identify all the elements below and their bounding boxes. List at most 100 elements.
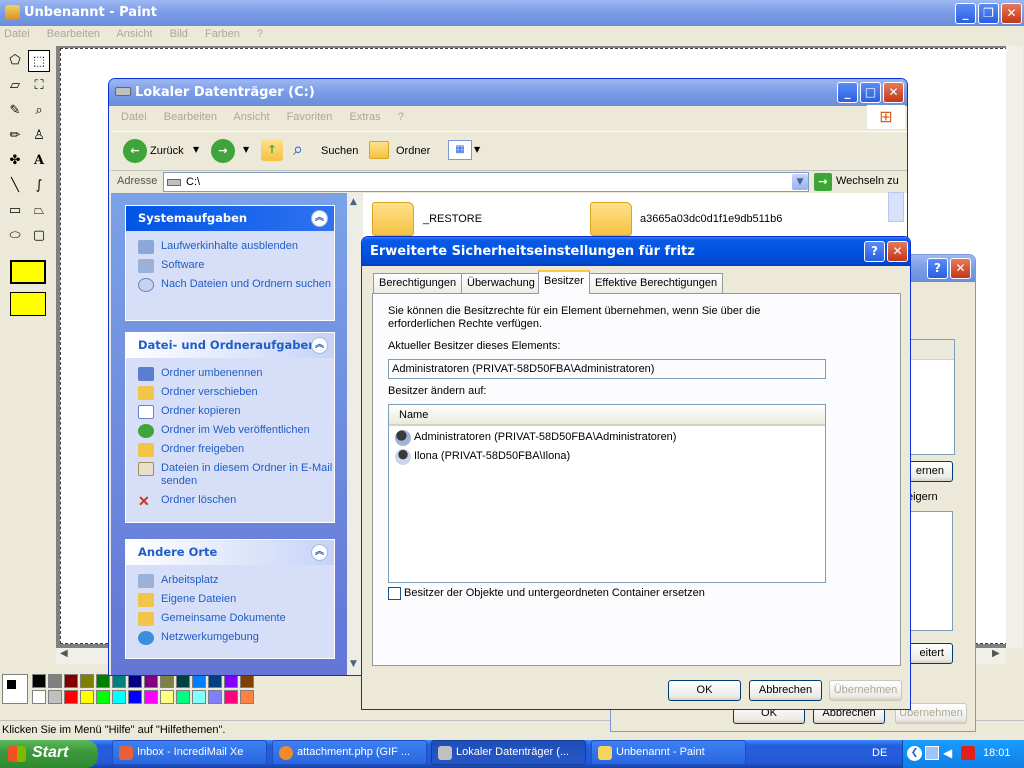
- task-hide-drive-contents[interactable]: Laufwerkinhalte ausblenden: [126, 237, 334, 256]
- free-select-icon[interactable]: ⬠: [4, 50, 26, 72]
- replace-owner-label[interactable]: Besitzer der Objekte und untergeordneten…: [404, 587, 705, 599]
- explorer-menu-bearbeiten[interactable]: Bearbeiten: [164, 111, 217, 123]
- palette-color-swatch[interactable]: [208, 674, 222, 688]
- ellipse-icon[interactable]: ⬭: [4, 225, 26, 247]
- palette-color-swatch[interactable]: [48, 674, 62, 688]
- polygon-icon[interactable]: ⏢: [28, 200, 50, 222]
- task-search-files[interactable]: Nach Dateien und Ordnern suchen: [126, 275, 334, 294]
- paint-menu-datei[interactable]: Datei: [4, 28, 30, 40]
- explorer-menu-favoriten[interactable]: Favoriten: [287, 111, 333, 123]
- task-email-files[interactable]: Dateien in diesem Ordner in E-Mail sende…: [126, 459, 334, 491]
- palette-color-swatch[interactable]: [128, 690, 142, 704]
- tab-besitzer[interactable]: Besitzer: [538, 270, 590, 294]
- task-incredimail[interactable]: Inbox - IncrediMail Xe: [112, 740, 267, 765]
- color-picker-icon[interactable]: ✎: [4, 100, 26, 122]
- scroll-right-arrow-icon[interactable]: ▶: [992, 648, 1000, 659]
- fill-icon[interactable]: ⛶: [28, 75, 50, 97]
- security-tray-icon[interactable]: [961, 746, 975, 760]
- place-shared-documents[interactable]: Gemeinsame Dokumente: [126, 609, 334, 628]
- search-icon[interactable]: ⌕: [293, 139, 303, 160]
- collapse-icon[interactable]: ︽: [311, 210, 328, 227]
- address-input[interactable]: C:\ ▼: [163, 172, 809, 192]
- tab-effektive-berechtigungen[interactable]: Effektive Berechtigungen: [589, 273, 724, 293]
- task-rename-folder[interactable]: Ordner umbenennen: [126, 364, 334, 383]
- palette-color-swatch[interactable]: [64, 674, 78, 688]
- palette-color-swatch[interactable]: [224, 690, 238, 704]
- task-pane-scroll-up-icon[interactable]: ▲: [350, 197, 357, 207]
- tray-expand-icon[interactable]: ❮: [907, 746, 922, 761]
- scroll-left-arrow-icon[interactable]: ◀: [60, 648, 68, 659]
- explorer-menu-help[interactable]: ?: [398, 111, 404, 123]
- place-my-computer[interactable]: Arbeitsplatz: [126, 571, 334, 590]
- folders-button-label[interactable]: Ordner: [396, 145, 430, 157]
- start-button[interactable]: Start: [0, 740, 98, 768]
- paint-menu-ansicht[interactable]: Ansicht: [116, 28, 152, 40]
- airbrush-icon[interactable]: ✤: [4, 150, 26, 172]
- address-dropdown-icon[interactable]: ▼: [792, 174, 808, 190]
- forward-arrow-icon[interactable]: →: [211, 139, 235, 163]
- explorer-minimize-button[interactable]: _: [837, 82, 858, 103]
- explorer-menu-extras[interactable]: Extras: [349, 111, 380, 123]
- go-button-label[interactable]: Wechseln zu: [836, 175, 899, 187]
- place-network[interactable]: Netzwerkumgebung: [126, 628, 334, 647]
- language-indicator[interactable]: DE: [872, 747, 887, 759]
- views-icon[interactable]: ▦: [448, 140, 472, 160]
- folder-icon[interactable]: [372, 202, 414, 236]
- paint-menu-bearbeiten[interactable]: Bearbeiten: [47, 28, 100, 40]
- palette-color-swatch[interactable]: [176, 674, 190, 688]
- palette-color-swatch[interactable]: [192, 674, 206, 688]
- paint-menu-farben[interactable]: Farben: [205, 28, 240, 40]
- owner-list-header[interactable]: Name: [389, 405, 825, 426]
- rounded-rect-icon[interactable]: ▢: [28, 225, 50, 247]
- back-arrow-icon[interactable]: ←: [123, 139, 147, 163]
- palette-color-swatch[interactable]: [80, 690, 94, 704]
- task-publish-folder[interactable]: Ordner im Web veröffentlichen: [126, 421, 334, 440]
- eraser-icon[interactable]: ▱: [4, 75, 26, 97]
- palette-color-swatch[interactable]: [32, 690, 46, 704]
- collapse-icon[interactable]: ︽: [311, 544, 328, 561]
- rectangle-icon[interactable]: ▭: [4, 200, 26, 222]
- panel-other-header[interactable]: Andere Orte ︽: [126, 540, 334, 565]
- task-delete-folder[interactable]: ✕ Ordner löschen: [126, 491, 334, 510]
- palette-color-swatch[interactable]: [176, 690, 190, 704]
- place-my-documents[interactable]: Eigene Dateien: [126, 590, 334, 609]
- explorer-maximize-button[interactable]: □: [860, 82, 881, 103]
- task-paint[interactable]: Unbenannt - Paint: [591, 740, 746, 765]
- paint-maximize-button[interactable]: ❐: [978, 3, 999, 24]
- forward-dropdown-icon[interactable]: ▼: [243, 145, 249, 154]
- palette-color-swatch[interactable]: [96, 690, 110, 704]
- network-tray-icon[interactable]: [925, 746, 939, 760]
- paint-vertical-scrollbar[interactable]: [1006, 46, 1023, 648]
- current-colors[interactable]: [2, 674, 28, 704]
- palette-color-swatch[interactable]: [112, 674, 126, 688]
- back-dropdown-icon[interactable]: ▼: [193, 145, 199, 154]
- owner-list-item[interactable]: Ilona (PRIVAT-58D50FBA\Ilona): [395, 448, 815, 466]
- palette-color-swatch[interactable]: [96, 674, 110, 688]
- owner-list-item[interactable]: Administratoren (PRIVAT-58D50FBA\Adminis…: [395, 429, 815, 447]
- security-apply-button[interactable]: Übernehmen: [829, 680, 902, 701]
- palette-color-swatch[interactable]: [128, 674, 142, 688]
- palette-color-swatch[interactable]: [144, 674, 158, 688]
- security-close-button[interactable]: ✕: [887, 241, 908, 262]
- views-dropdown-icon[interactable]: ▼: [474, 145, 480, 154]
- curve-icon[interactable]: ∫: [28, 175, 50, 197]
- task-explorer[interactable]: Lokaler Datenträger (...: [431, 740, 586, 765]
- task-copy-folder[interactable]: Ordner kopieren: [126, 402, 334, 421]
- palette-color-swatch[interactable]: [64, 690, 78, 704]
- brush-icon[interactable]: ♙: [28, 125, 50, 147]
- text-icon[interactable]: A: [28, 150, 50, 172]
- properties-close-button[interactable]: ✕: [950, 258, 971, 279]
- file-pane-scrollbar[interactable]: [888, 192, 904, 222]
- explorer-menu-ansicht[interactable]: Ansicht: [233, 111, 269, 123]
- tab-ueberwachung[interactable]: Überwachung: [461, 273, 541, 293]
- palette-color-swatch[interactable]: [240, 690, 254, 704]
- paint-close-button[interactable]: ✕: [1001, 3, 1022, 24]
- back-button-label[interactable]: Zurück: [150, 145, 184, 157]
- paint-menu-bild[interactable]: Bild: [170, 28, 188, 40]
- palette-color-swatch[interactable]: [112, 690, 126, 704]
- volume-tray-icon[interactable]: ◀: [943, 746, 957, 760]
- search-button-label[interactable]: Suchen: [321, 145, 358, 157]
- magnifier-icon[interactable]: ⌕: [28, 100, 50, 122]
- palette-color-swatch[interactable]: [192, 690, 206, 704]
- palette-color-swatch[interactable]: [240, 674, 254, 688]
